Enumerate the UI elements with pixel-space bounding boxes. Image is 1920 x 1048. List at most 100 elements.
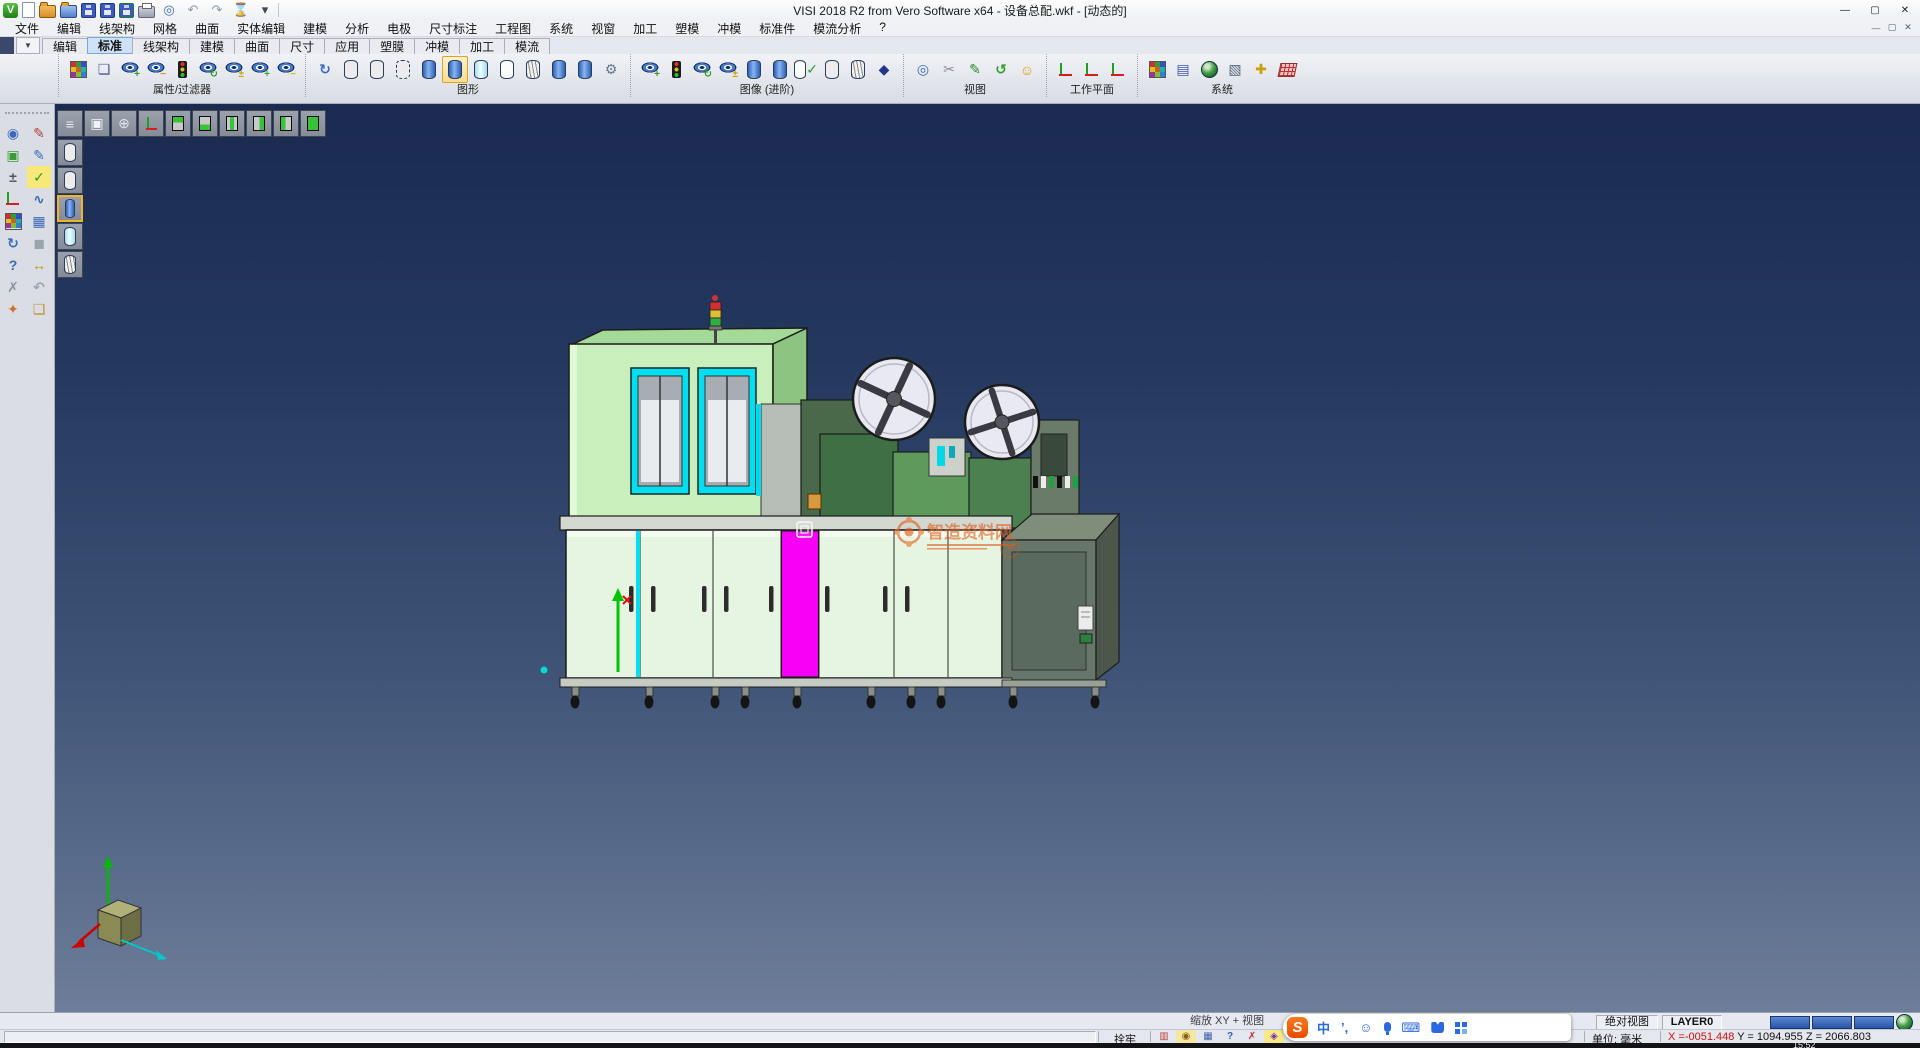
redo-icon[interactable]: ↷ bbox=[207, 1, 227, 19]
local-axes-icon[interactable] bbox=[1, 188, 25, 210]
open-document-icon[interactable]: ❏ bbox=[27, 298, 51, 320]
view-bottom-icon[interactable] bbox=[192, 110, 218, 137]
hide-entities-icon[interactable]: − bbox=[143, 56, 169, 83]
shaded-cube-icon[interactable]: ◼ bbox=[27, 232, 51, 254]
zoom-fit-icon[interactable]: ▣ bbox=[84, 110, 110, 137]
ime-keyboard-icon[interactable]: ⌨ bbox=[1402, 1020, 1421, 1036]
tab-surface[interactable]: 曲面 bbox=[234, 38, 280, 54]
status-grid-icon[interactable]: ▦ bbox=[1198, 1030, 1218, 1043]
menu-mold[interactable]: 塑模 bbox=[666, 20, 708, 37]
menu-drawing[interactable]: 工程图 bbox=[486, 20, 540, 37]
status-clipboard-icon[interactable]: ▥ bbox=[1154, 1030, 1174, 1043]
color-table-icon[interactable] bbox=[1144, 56, 1170, 83]
status-box-icon[interactable]: ◈ bbox=[1264, 1030, 1284, 1043]
sketch-ellipse-icon[interactable]: ✎ bbox=[27, 144, 51, 166]
menu-solid-edit[interactable]: 实体编辑 bbox=[228, 20, 294, 37]
show-entities-icon[interactable]: + bbox=[117, 56, 143, 83]
3d-viewport[interactable]: 智造资料网 ≡▣⊕ bbox=[55, 104, 1920, 1012]
workplane-align-icon[interactable] bbox=[1079, 56, 1105, 83]
layer-colors-icon[interactable] bbox=[1, 210, 25, 232]
adv-shield-icon[interactable]: ◆ bbox=[871, 56, 897, 83]
view-regen-icon[interactable]: ↻ bbox=[1, 232, 25, 254]
hide-all-icon[interactable]: − bbox=[273, 56, 299, 83]
menu-help[interactable]: ? bbox=[870, 20, 895, 37]
shaded-view-icon[interactable] bbox=[416, 56, 442, 83]
view-top-icon[interactable] bbox=[165, 110, 191, 137]
adv-refresh-icon[interactable]: ↻ bbox=[689, 56, 715, 83]
undo-step-icon[interactable]: ↶ bbox=[27, 276, 51, 298]
mode-shaded-icon[interactable] bbox=[57, 195, 83, 222]
menu-dimension[interactable]: 尺寸标注 bbox=[420, 20, 486, 37]
grid-plane-icon[interactable] bbox=[1274, 56, 1300, 83]
save-icon[interactable] bbox=[81, 3, 96, 18]
view-sketch-icon[interactable]: ✎ bbox=[962, 56, 988, 83]
show-all-icon[interactable]: + bbox=[247, 56, 273, 83]
attributes-window-icon[interactable]: ▤ bbox=[1170, 56, 1196, 83]
layer-color-bar-2[interactable] bbox=[1812, 1016, 1852, 1029]
change-attributes-icon[interactable] bbox=[65, 56, 91, 83]
undo-icon[interactable]: ↶ bbox=[183, 1, 203, 19]
fit-window-icon[interactable]: ▣ bbox=[1, 144, 25, 166]
zoom-all-icon[interactable]: ◎ bbox=[910, 56, 936, 83]
tab-die[interactable]: 冲模 bbox=[414, 38, 460, 54]
macro-history-icon[interactable]: ⌛ bbox=[231, 1, 251, 19]
menu-electrode[interactable]: 电极 bbox=[378, 20, 420, 37]
tab-modeling[interactable]: 建模 bbox=[189, 38, 235, 54]
toggle-visibility-icon[interactable]: ± bbox=[221, 56, 247, 83]
layer-color-bar-3[interactable] bbox=[1854, 1016, 1894, 1029]
shade-box-icon[interactable] bbox=[546, 56, 572, 83]
menu-machining[interactable]: 加工 bbox=[624, 20, 666, 37]
tab-machining[interactable]: 加工 bbox=[459, 38, 505, 54]
menu-surface[interactable]: 曲面 bbox=[186, 20, 228, 37]
mdi-close-button[interactable]: ✕ bbox=[1900, 20, 1916, 35]
status-search-icon[interactable]: ◉ bbox=[1176, 1030, 1196, 1043]
select-zoom-icon[interactable]: ◉ bbox=[1, 122, 25, 144]
csys-icon[interactable] bbox=[138, 110, 164, 137]
mesh-view-icon[interactable] bbox=[520, 56, 546, 83]
mode-hidden-icon[interactable] bbox=[57, 167, 83, 194]
tab-mold[interactable]: 塑膜 bbox=[369, 38, 415, 54]
minimize-button[interactable]: — bbox=[1830, 0, 1860, 20]
close-button[interactable]: ✕ bbox=[1890, 0, 1920, 20]
hidden-line-view-icon[interactable] bbox=[364, 56, 390, 83]
menu-file[interactable]: 文件 bbox=[6, 20, 48, 37]
menu-standard-parts[interactable]: 标准件 bbox=[750, 20, 804, 37]
mode-wireframe-icon[interactable] bbox=[57, 139, 83, 166]
menu-window[interactable]: 视窗 bbox=[582, 20, 624, 37]
wireframe-view-icon[interactable] bbox=[338, 56, 364, 83]
shaded-edges-view-icon[interactable] bbox=[442, 56, 468, 83]
mode-translucent-icon[interactable] bbox=[57, 223, 83, 250]
spline-edit-icon[interactable]: ∿ bbox=[27, 188, 51, 210]
selection-filter-icon[interactable]: ✚ bbox=[1248, 56, 1274, 83]
active-layer-cell[interactable]: LAYER0 bbox=[1662, 1015, 1722, 1030]
view-refresh-icon[interactable]: ↺ bbox=[988, 56, 1014, 83]
insert-file-icon[interactable] bbox=[60, 5, 77, 18]
mdi-minimize-button[interactable]: — bbox=[1868, 20, 1884, 35]
tab-edit[interactable]: 编辑 bbox=[42, 38, 88, 54]
flat-view-icon[interactable] bbox=[494, 56, 520, 83]
translucent-view-icon[interactable] bbox=[468, 56, 494, 83]
dashed-view-icon[interactable] bbox=[390, 56, 416, 83]
tab-flow[interactable]: 模流 bbox=[504, 38, 550, 54]
navigate-wheel-icon[interactable]: ✦ bbox=[1, 298, 25, 320]
view-menu-icon[interactable]: ≡ bbox=[57, 110, 83, 137]
tab-standard[interactable]: 标准 bbox=[87, 37, 133, 54]
tab-dimension[interactable]: 尺寸 bbox=[279, 38, 325, 54]
shade-pair-icon[interactable] bbox=[572, 56, 598, 83]
display-settings-icon[interactable]: ⚙ bbox=[598, 56, 624, 83]
tab-dropdown-button[interactable]: ▼ bbox=[16, 37, 40, 54]
mdi-restore-button[interactable]: ▢ bbox=[1884, 20, 1900, 35]
zoom-ratio-icon[interactable]: ± bbox=[1, 166, 25, 188]
print-preview-icon[interactable]: ◎ bbox=[159, 1, 179, 19]
regen-graphics-icon[interactable]: ↻ bbox=[312, 56, 338, 83]
new-file-icon[interactable] bbox=[22, 2, 35, 18]
3d-model-canvas[interactable]: 智造资料网 bbox=[55, 104, 1920, 1012]
menu-edit[interactable]: 编辑 bbox=[48, 20, 90, 37]
view-left-icon[interactable] bbox=[273, 110, 299, 137]
save-all-icon[interactable] bbox=[119, 3, 134, 18]
filter-traffic-icon[interactable] bbox=[169, 56, 195, 83]
menu-wireframe[interactable]: 线架构 bbox=[90, 20, 144, 37]
delete-entity-icon[interactable]: ✗ bbox=[1, 276, 25, 298]
refresh-visibility-icon[interactable]: ↻ bbox=[195, 56, 221, 83]
adv-show-icon[interactable]: + bbox=[637, 56, 663, 83]
